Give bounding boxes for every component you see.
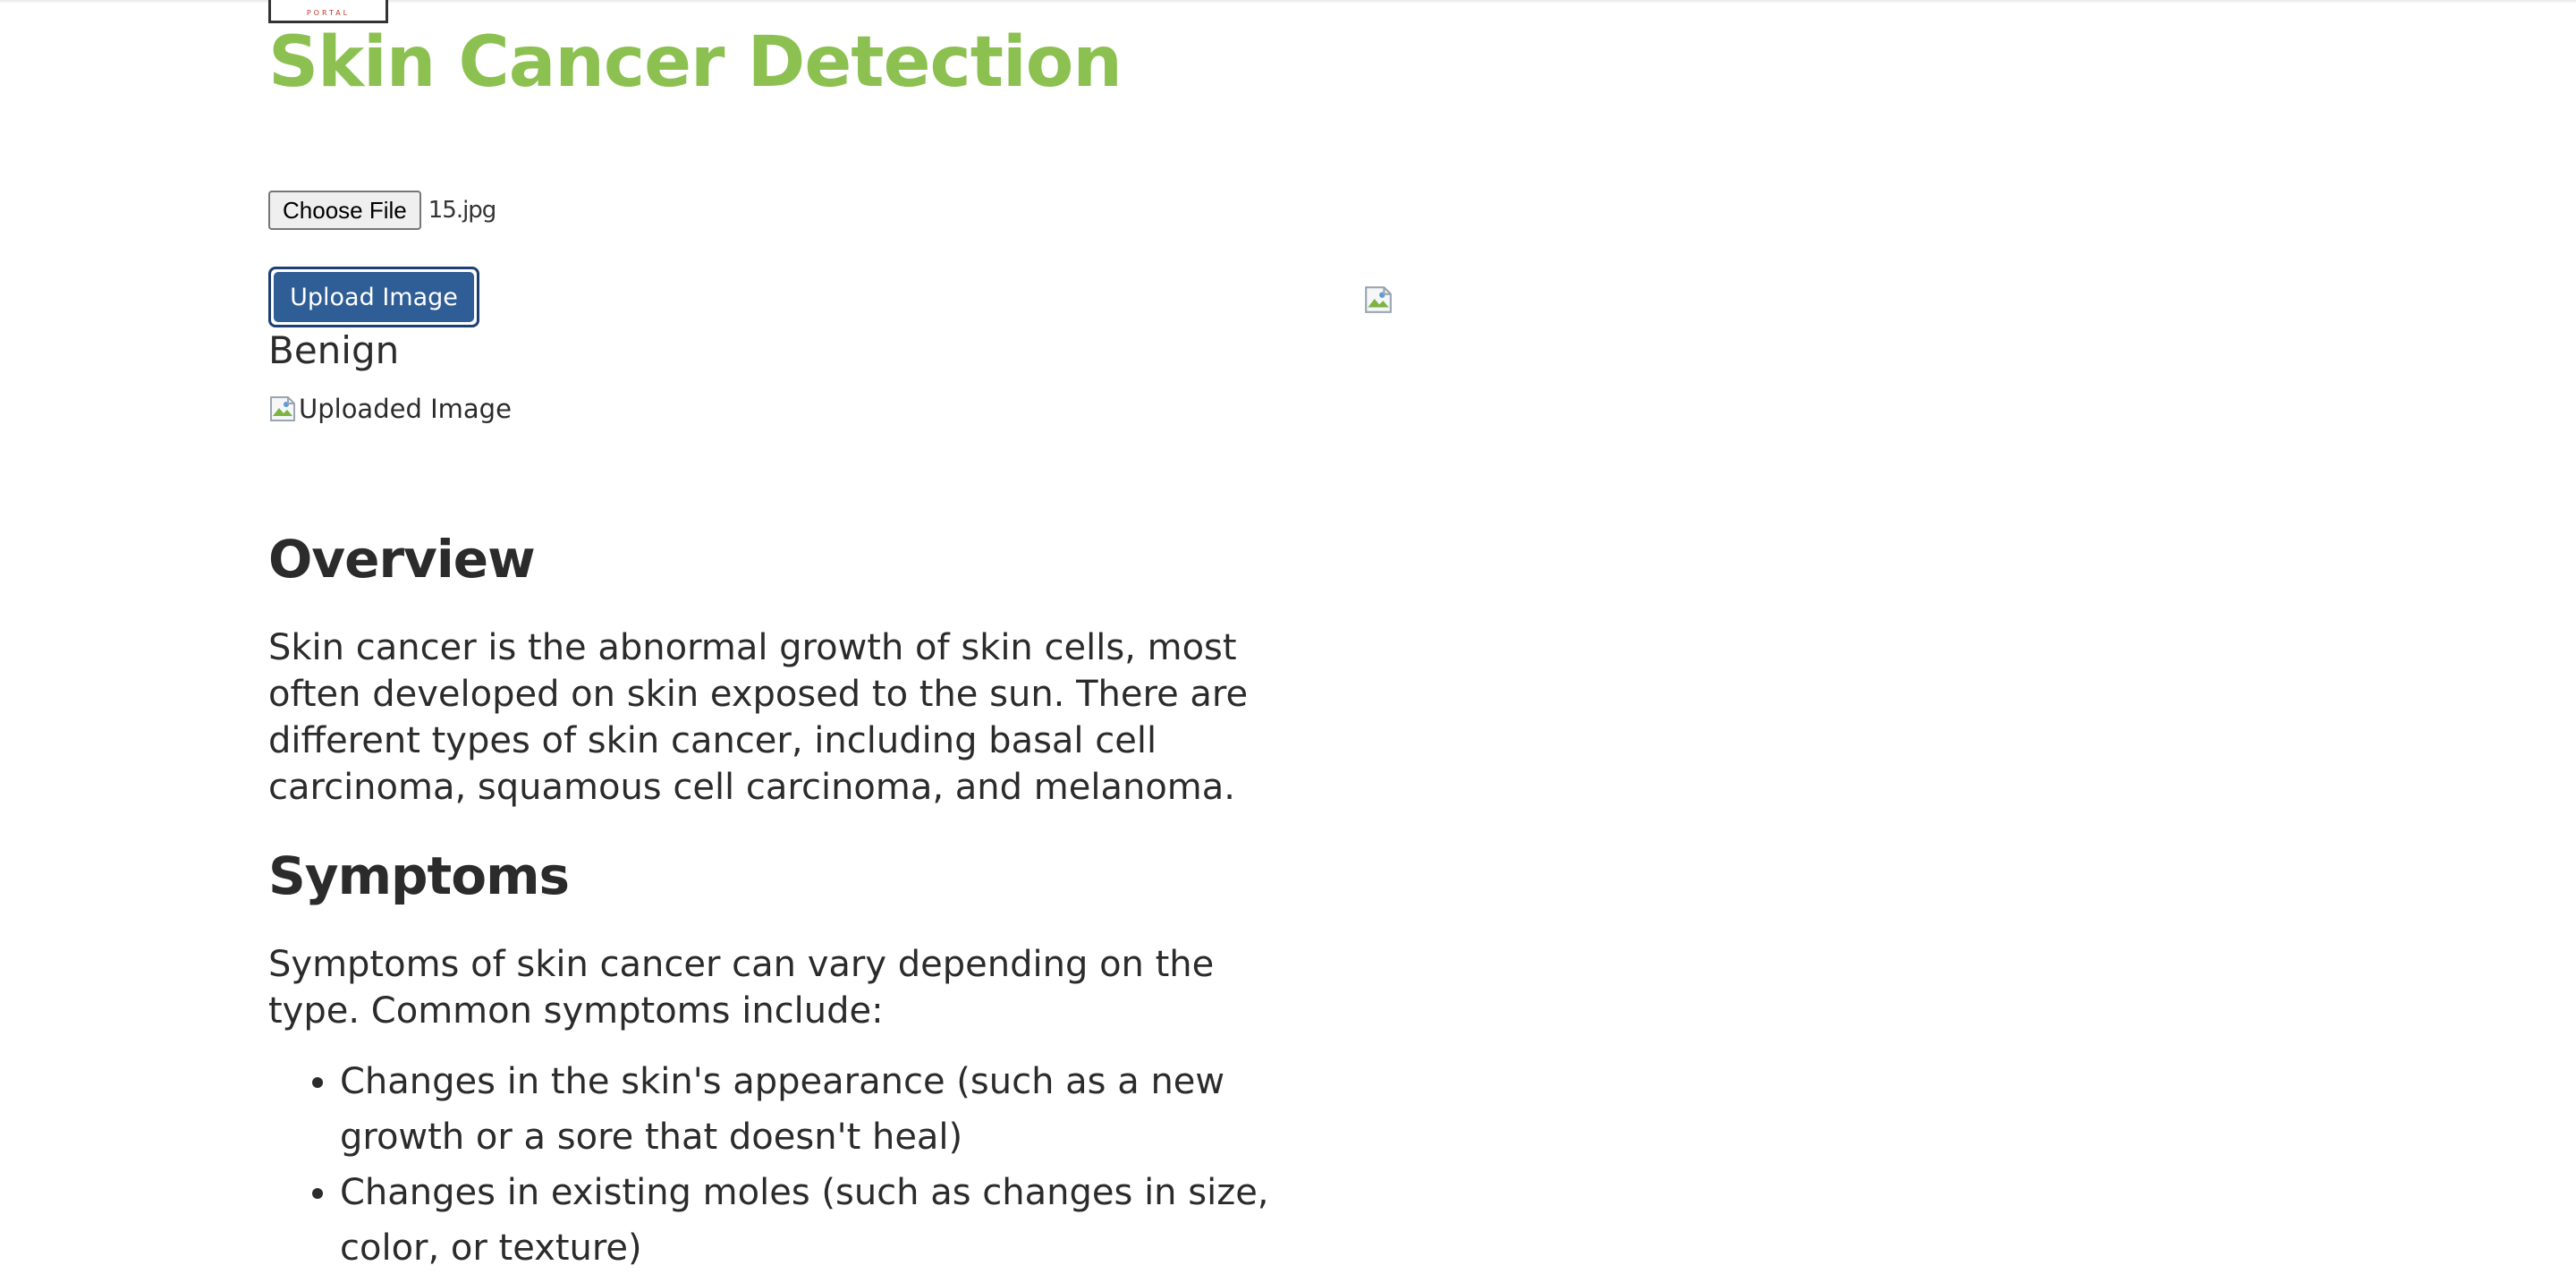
- page-title: Skin Cancer Detection: [268, 22, 1123, 103]
- broken-image-icon-right: [1363, 285, 1394, 318]
- overview-heading: Overview: [268, 529, 536, 590]
- file-input[interactable]: Choose File 15.jpg: [268, 190, 496, 231]
- broken-image-icon: [268, 395, 297, 423]
- prediction-result: Benign: [268, 328, 400, 372]
- overview-text: Skin cancer is the abnormal growth of sk…: [268, 627, 1249, 808]
- selected-file-name: 15.jpg: [428, 197, 497, 224]
- list-item: Changes in the skin's appearance (such a…: [340, 1054, 1288, 1165]
- upload-image-button-label: Upload Image: [274, 272, 474, 322]
- upload-image-button[interactable]: Upload Image: [268, 267, 479, 327]
- symptoms-intro: Symptoms of skin cancer can vary dependi…: [268, 944, 1215, 1032]
- uploaded-image: Uploaded Image: [268, 394, 512, 424]
- symptoms-heading: Symptoms: [268, 845, 570, 906]
- list-item: Changes in existing moles (such as chang…: [340, 1165, 1288, 1274]
- uploaded-image-alt: Uploaded Image: [299, 394, 512, 424]
- logo-text: PORTAL: [306, 9, 351, 17]
- choose-file-button[interactable]: Choose File: [268, 191, 421, 230]
- symptoms-list: Changes in the skin's appearance (such a…: [268, 1054, 1288, 1274]
